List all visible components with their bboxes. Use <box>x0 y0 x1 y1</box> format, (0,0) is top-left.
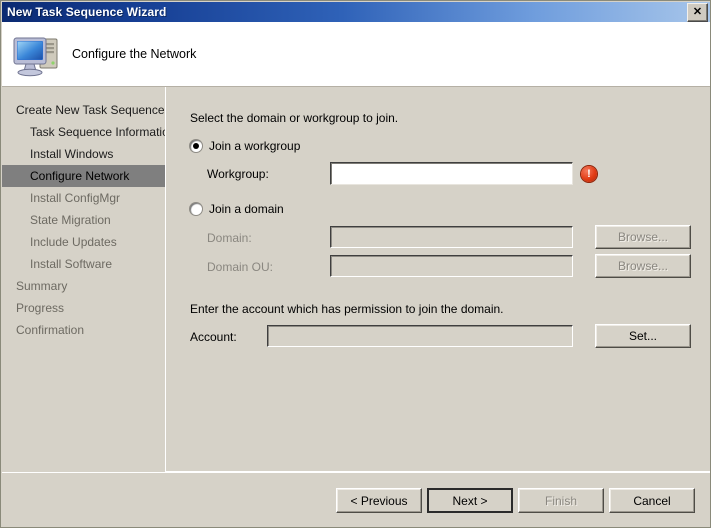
finish-button: Finish <box>518 488 604 513</box>
wizard-content: Select the domain or workgroup to join. … <box>166 87 711 472</box>
radio-join-workgroup-label: Join a workgroup <box>209 139 300 153</box>
account-instruction-text: Enter the account which has permission t… <box>190 302 504 316</box>
domain-input[interactable] <box>330 226 573 248</box>
workgroup-label: Workgroup: <box>207 167 269 181</box>
title-bar: New Task Sequence Wizard ✕ <box>2 2 711 22</box>
wizard-window: New Task Sequence Wizard ✕ <box>0 0 711 528</box>
account-label: Account: <box>190 330 237 344</box>
next-button[interactable]: Next > <box>427 488 513 513</box>
instruction-text: Select the domain or workgroup to join. <box>190 111 398 125</box>
domain-ou-input[interactable] <box>330 255 573 277</box>
error-exclamation-icon: ! <box>581 166 597 182</box>
radio-join-domain-label: Join a domain <box>209 202 284 216</box>
sidebar-item-install-configmgr[interactable]: Install ConfigMgr <box>2 187 165 209</box>
wizard-footer: < Previous Next > Finish Cancel <box>2 472 711 528</box>
account-input[interactable] <box>267 325 573 347</box>
wizard-header: Configure the Network <box>2 22 711 87</box>
cancel-button[interactable]: Cancel <box>609 488 695 513</box>
workgroup-input[interactable] <box>330 162 573 185</box>
sidebar-item-configure-network[interactable]: Configure Network <box>2 165 165 187</box>
domain-label: Domain: <box>207 231 252 245</box>
domain-ou-label: Domain OU: <box>207 260 273 274</box>
window-title: New Task Sequence Wizard <box>2 5 166 19</box>
radio-join-domain[interactable]: Join a domain <box>190 202 284 216</box>
radio-button-icon[interactable] <box>190 140 202 152</box>
computer-icon <box>10 30 62 78</box>
nav-list: Create New Task Sequence Task Sequence I… <box>2 87 165 341</box>
sidebar-item-install-windows[interactable]: Install Windows <box>2 143 165 165</box>
sidebar-item-task-sequence-information[interactable]: Task Sequence Information <box>2 121 165 143</box>
error-glyph: ! <box>587 169 591 180</box>
wizard-sidebar: Create New Task Sequence Task Sequence I… <box>2 87 166 497</box>
sidebar-item-summary[interactable]: Summary <box>2 275 165 297</box>
sidebar-item-install-software[interactable]: Install Software <box>2 253 165 275</box>
sidebar-item-include-updates[interactable]: Include Updates <box>2 231 165 253</box>
radio-button-icon[interactable] <box>190 203 202 215</box>
sidebar-item-confirmation[interactable]: Confirmation <box>2 319 165 341</box>
sidebar-item-create-new-task-sequence[interactable]: Create New Task Sequence <box>2 99 165 121</box>
previous-button[interactable]: < Previous <box>336 488 422 513</box>
sidebar-item-progress[interactable]: Progress <box>2 297 165 319</box>
close-icon[interactable]: ✕ <box>687 3 708 22</box>
page-title: Configure the Network <box>72 47 196 61</box>
domain-browse-button[interactable]: Browse... <box>595 225 691 249</box>
domain-ou-browse-button[interactable]: Browse... <box>595 254 691 278</box>
radio-join-workgroup[interactable]: Join a workgroup <box>190 139 300 153</box>
account-set-button[interactable]: Set... <box>595 324 691 348</box>
sidebar-item-state-migration[interactable]: State Migration <box>2 209 165 231</box>
